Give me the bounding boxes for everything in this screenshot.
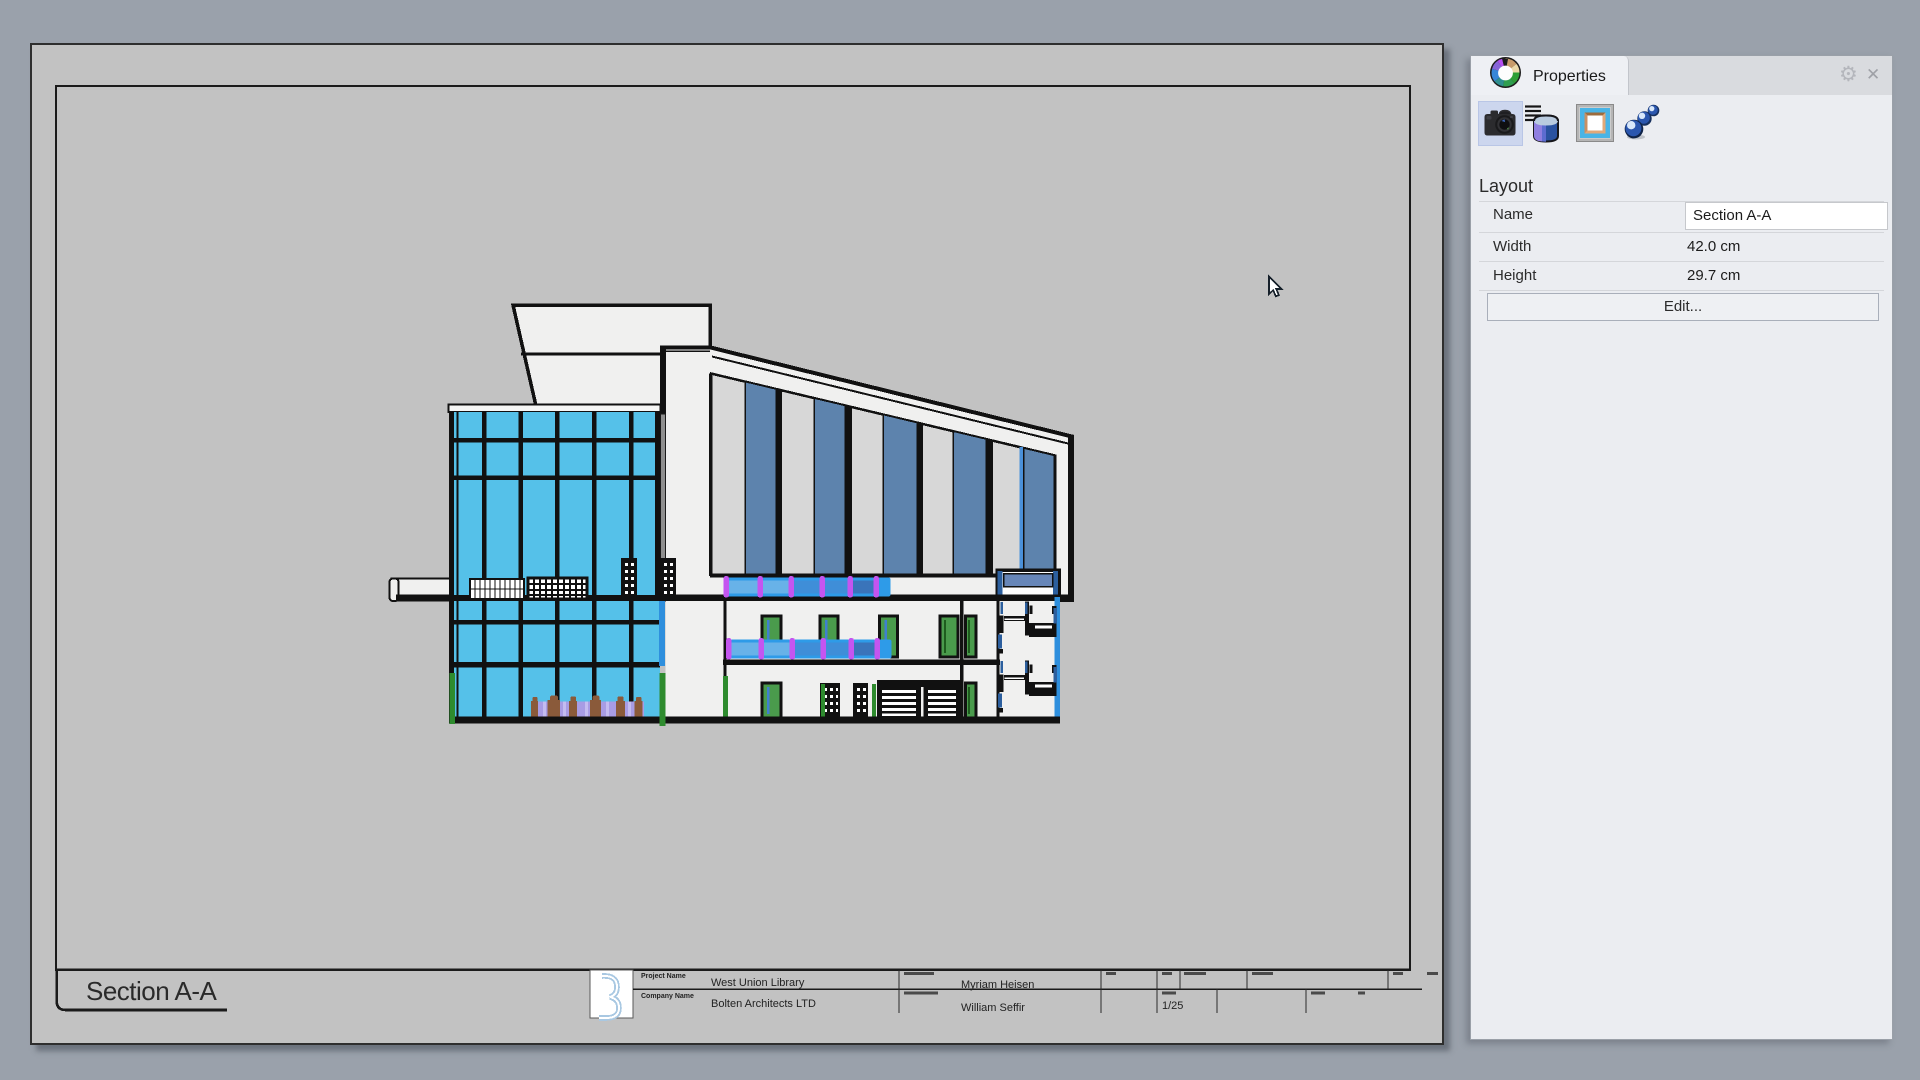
svg-text:West Union Library: West Union Library [711,977,805,989]
svg-text:William Seffir: William Seffir [961,1002,1025,1014]
svg-text:Myriam Heisen: Myriam Heisen [961,979,1034,991]
svg-text:Project Name: Project Name [641,973,686,980]
svg-text:Section A-A: Section A-A [86,976,218,1006]
svg-text:Bolten Architects LTD: Bolten Architects LTD [711,998,816,1010]
svg-text:1/25: 1/25 [1162,1000,1183,1012]
svg-text:Company Name: Company Name [641,993,694,1000]
